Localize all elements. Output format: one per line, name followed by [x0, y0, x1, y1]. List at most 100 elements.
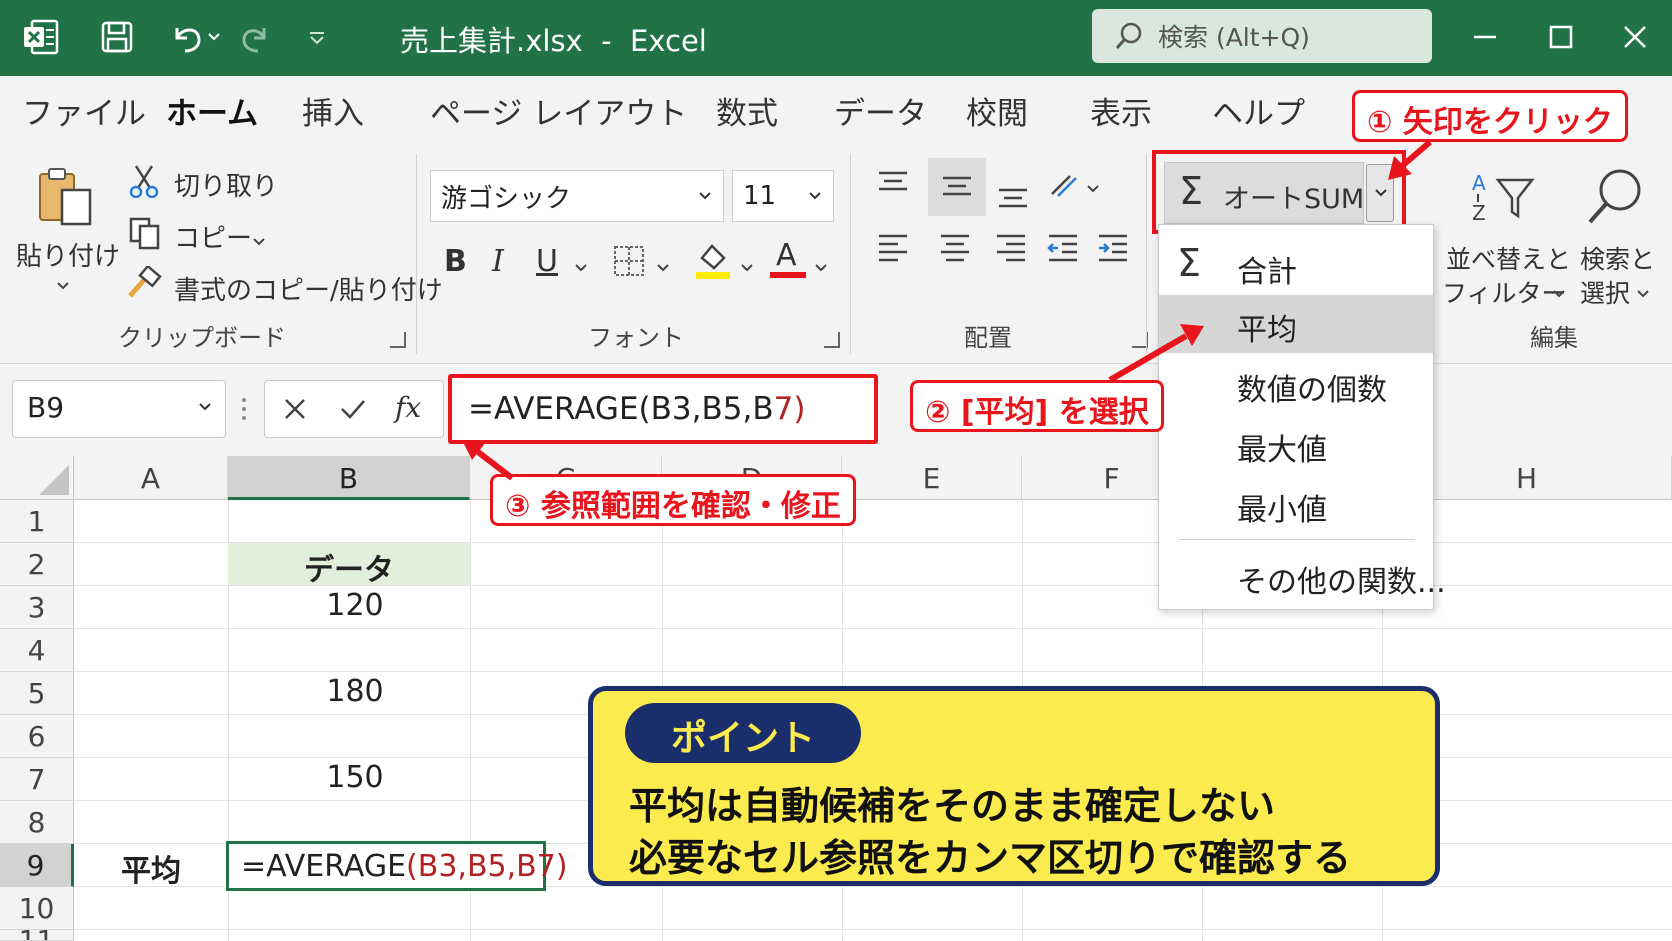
formula-input[interactable]: =AVERAGE(B3,B5,B7): [448, 374, 878, 444]
paste-dropdown-icon[interactable]: [56, 276, 70, 295]
borders-icon[interactable]: [612, 244, 646, 282]
column-header-b[interactable]: B: [228, 456, 470, 500]
font-size-value: 11: [743, 181, 777, 211]
tab-file[interactable]: ファイル: [22, 88, 146, 133]
sort-filter-icon[interactable]: AZ: [1470, 168, 1540, 232]
row-header-10[interactable]: 10: [0, 887, 74, 930]
find-select-dropdown-icon[interactable]: [1636, 284, 1650, 303]
menu-item-sum[interactable]: Σ 合計: [1159, 237, 1433, 295]
find-select-label-2[interactable]: 選択: [1580, 274, 1630, 310]
tab-insert[interactable]: 挿入: [302, 88, 364, 133]
cell-b2-text: データ: [304, 553, 394, 588]
ribbon-separator: [850, 154, 851, 354]
tab-page-layout[interactable]: ページ レイアウト: [430, 88, 687, 133]
tab-view[interactable]: 表示: [1090, 88, 1152, 133]
find-select-label-1[interactable]: 検索と: [1580, 240, 1655, 276]
tab-review[interactable]: 校閲: [966, 88, 1028, 133]
undo-icon[interactable]: [166, 16, 224, 58]
search-placeholder: 検索 (Alt+Q): [1158, 23, 1310, 52]
enter-check-icon[interactable]: [339, 397, 367, 421]
font-name-select[interactable]: 游ゴシック: [430, 170, 724, 222]
align-top-icon[interactable]: [876, 170, 910, 204]
find-icon[interactable]: [1584, 166, 1648, 230]
menu-item-count[interactable]: 数値の個数: [1159, 355, 1433, 413]
row-header-2[interactable]: 2: [0, 543, 74, 586]
align-right-icon[interactable]: [994, 232, 1028, 266]
name-box[interactable]: B9: [12, 380, 226, 438]
fill-color-icon[interactable]: [694, 240, 732, 284]
fill-color-dropdown-icon[interactable]: [740, 258, 754, 277]
paste-button[interactable]: 貼り付け: [16, 236, 120, 273]
font-color-dropdown-icon[interactable]: [814, 258, 828, 277]
cell-b2[interactable]: データ: [228, 543, 470, 588]
search-box[interactable]: 検索 (Alt+Q): [1092, 9, 1432, 63]
font-launcher-icon[interactable]: [824, 332, 840, 348]
italic-button[interactable]: I: [492, 244, 504, 279]
menu-item-count-label: 数値の個数: [1237, 373, 1387, 408]
minimize-button[interactable]: [1462, 14, 1508, 60]
copy-button[interactable]: コピー: [174, 218, 252, 255]
point-badge: ポイント: [625, 703, 861, 763]
align-left-icon[interactable]: [876, 232, 910, 266]
tab-home[interactable]: ホーム: [166, 88, 259, 145]
close-button[interactable]: [1612, 14, 1658, 60]
formula-text-tail: 7): [773, 391, 806, 427]
align-bottom-icon[interactable]: [996, 180, 1030, 214]
cell-b7[interactable]: 150: [228, 760, 482, 795]
borders-dropdown-icon[interactable]: [656, 258, 670, 277]
font-size-select[interactable]: 11: [732, 170, 834, 222]
select-all-triangle-icon: [39, 465, 69, 495]
sort-filter-label-1[interactable]: 並べ替えと: [1446, 240, 1571, 276]
customize-toolbar-icon[interactable]: [300, 16, 334, 58]
row-header-5[interactable]: 5: [0, 672, 74, 715]
cancel-icon[interactable]: [283, 397, 307, 421]
menu-item-min-label: 最小値: [1237, 493, 1327, 528]
decrease-indent-icon[interactable]: [1046, 232, 1080, 266]
tab-data[interactable]: データ: [834, 88, 927, 133]
menu-item-average-label: 平均: [1237, 313, 1297, 348]
tab-help[interactable]: ヘルプ: [1212, 88, 1305, 133]
row-header-6[interactable]: 6: [0, 715, 74, 758]
select-all-corner[interactable]: [0, 456, 74, 500]
increase-indent-icon[interactable]: [1096, 232, 1130, 266]
insert-function-button[interactable]: fx: [395, 391, 421, 424]
cell-b5[interactable]: 180: [228, 674, 482, 709]
cell-b9-function: =AVERAGE: [241, 849, 407, 884]
copy-dropdown-icon[interactable]: [252, 232, 266, 251]
row-header-1[interactable]: 1: [0, 500, 74, 543]
save-icon[interactable]: [96, 16, 138, 58]
cell-b3[interactable]: 120: [228, 588, 482, 623]
menu-item-average[interactable]: 平均: [1159, 295, 1433, 353]
row-header-3[interactable]: 3: [0, 586, 74, 629]
clipboard-launcher-icon[interactable]: [390, 332, 406, 348]
row-header-4[interactable]: 4: [0, 629, 74, 672]
align-center-icon[interactable]: [938, 232, 972, 266]
sort-filter-label-2[interactable]: フィルター: [1442, 274, 1567, 310]
menu-item-max[interactable]: 最大値: [1159, 415, 1433, 473]
sort-filter-dropdown-icon[interactable]: [1552, 284, 1566, 303]
alignment-group-label: 配置: [964, 324, 1012, 352]
underline-dropdown-icon[interactable]: [574, 258, 588, 277]
cell-b9-active[interactable]: =AVERAGE(B3,B5,B7): [226, 841, 568, 891]
menu-item-min[interactable]: 最小値: [1159, 475, 1433, 533]
column-header-a[interactable]: A: [74, 456, 228, 500]
redo-icon[interactable]: [236, 16, 278, 58]
cell-a9[interactable]: 平均: [74, 846, 228, 890]
cut-button[interactable]: 切り取り: [174, 166, 278, 203]
tab-formulas[interactable]: 数式: [716, 88, 778, 133]
row-header-11[interactable]: 11: [0, 930, 74, 941]
paste-icon[interactable]: [36, 166, 96, 234]
orientation-icon[interactable]: [1048, 170, 1104, 210]
align-middle-button[interactable]: [928, 158, 986, 216]
maximize-button[interactable]: [1538, 14, 1584, 60]
bold-button[interactable]: B: [444, 244, 467, 279]
cell-b9-args: (B3,B5,B7): [406, 849, 568, 884]
font-color-button[interactable]: A: [770, 238, 806, 280]
column-header-e[interactable]: E: [842, 456, 1022, 500]
menu-item-more-functions[interactable]: その他の関数...: [1159, 547, 1446, 605]
row-header-7[interactable]: 7: [0, 758, 74, 801]
underline-button[interactable]: U: [536, 244, 558, 279]
format-painter-button[interactable]: 書式のコピー/貼り付け: [174, 270, 443, 307]
row-header-8[interactable]: 8: [0, 801, 74, 844]
row-header-9[interactable]: 9: [0, 844, 74, 887]
